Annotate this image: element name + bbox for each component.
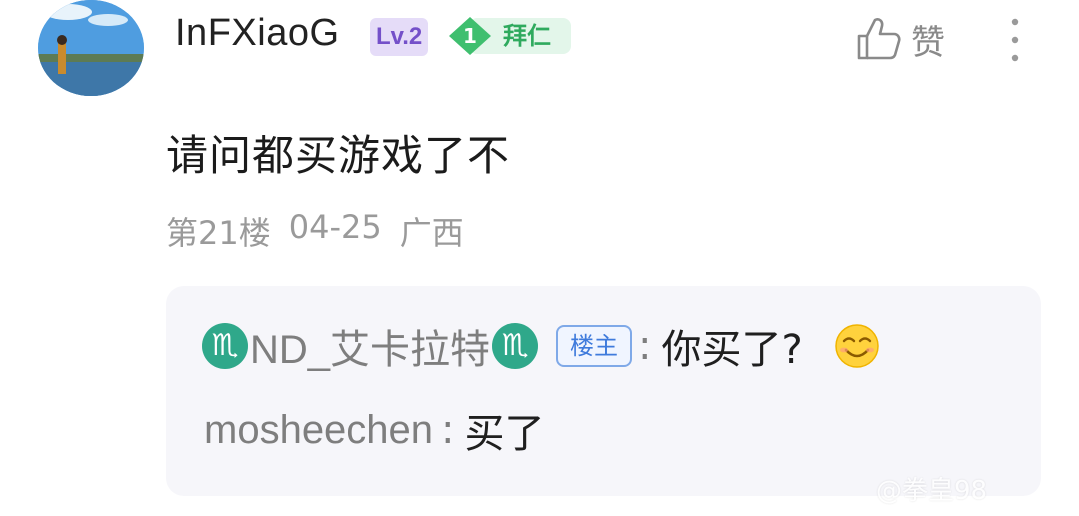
scorpio-icon: ♏ [202,323,248,369]
fan-badge-label: 拜仁 [503,22,551,50]
comment-card: InFXiaoG Lv.2 1 拜仁 赞 请问都买游戏了不 第21楼 04-25… [0,0,1079,516]
reply-username[interactable]: ND_艾卡拉特 [250,317,490,375]
reply-item[interactable]: mosheechen : 买了 [202,402,545,458]
comment-meta: 第21楼 04-25 广西 [166,208,464,254]
avatar-photo [38,0,144,96]
comment-location: 广西 [399,214,464,252]
comment-date: 04-25 [288,208,382,246]
username[interactable]: InFXiaoG [175,12,340,55]
floor-number: 第21楼 [166,214,271,252]
fan-badge[interactable]: 1 拜仁 [447,16,571,56]
like-button[interactable]: 赞 [853,14,945,64]
replies-box[interactable]: ♏ ND_艾卡拉特 ♏ 楼主 : 你买了? mosheechen : 买了 [166,286,1041,496]
op-badge: 楼主 [556,325,633,367]
scorpio-icon: ♏ [492,323,539,369]
watermark: @拳皇98 [876,476,988,506]
reply-separator: : [441,407,455,453]
smile-emoji-icon [835,324,879,368]
reply-text: 你买了? [661,327,803,373]
avatar[interactable] [38,0,144,96]
level-badge: Lv.2 [370,18,429,56]
fan-level-number: 1 [463,24,477,48]
comment-text: 请问都买游戏了不 [166,131,511,180]
reply-separator: : [638,323,652,369]
like-label: 赞 [911,22,945,63]
reply-item[interactable]: ♏ ND_艾卡拉特 ♏ 楼主 : 你买了? [202,318,881,374]
reply-text: 买了 [464,411,545,457]
thumb-up-icon [857,18,901,60]
more-options-icon[interactable] [1000,14,1030,66]
reply-username[interactable]: mosheechen [204,408,433,453]
